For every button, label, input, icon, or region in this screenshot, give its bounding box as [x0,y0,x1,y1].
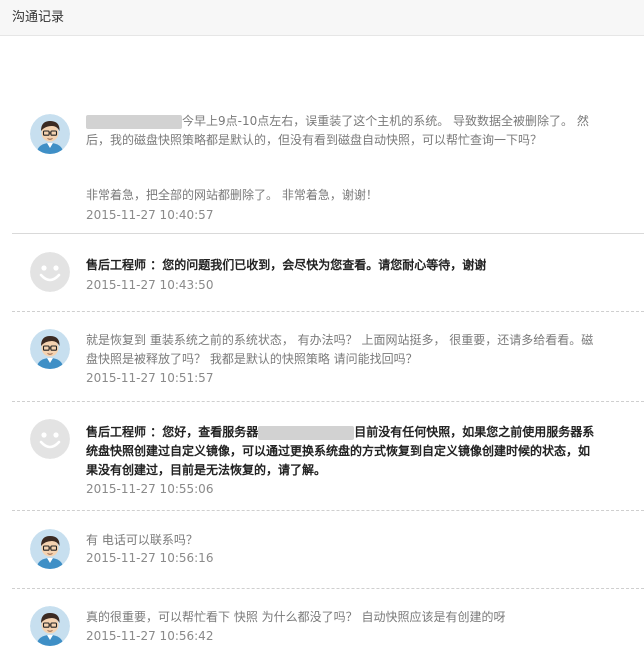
page-header: 沟通记录 [0,0,644,36]
user-avatar-icon [30,529,70,569]
user-avatar-icon [30,606,70,646]
message-divider [12,311,644,312]
message-body: 真的很重要，可以帮忙看下 快照 为什么都没了吗？ 自动快照应该是有创建的呀 20… [86,608,598,644]
message-body: 售后工程师 ：您的问题我们已收到，会尽快为您查看。请您耐心等待，谢谢 2015-… [86,256,598,293]
message-body: 售后工程师 ：您好，查看服务器 目前没有任何快照，如果您之前使用服务器系统盘快照创… [86,423,598,497]
message-text: 您的问题我们已收到，会尽快为您查看。请您耐心等待，谢谢 [162,258,487,272]
message-body: 有 电话可以联系吗？ 2015-11-27 10:56:16 [86,531,598,566]
sender-label: 售后工程师 ： [86,258,163,272]
message-timestamp: 2015-11-27 10:40:57 [86,208,214,222]
staff-avatar-icon [30,252,70,292]
message-timestamp: 2015-11-27 10:43:50 [86,278,214,292]
message-timestamp: 2015-11-27 10:56:42 [86,629,214,643]
message-text: 您好，查看服务器 [162,425,259,439]
user-avatar-icon [30,114,70,154]
page-title: 沟通记录 [12,10,65,25]
message-timestamp: 2015-11-27 10:55:06 [86,482,214,496]
redacted-block [86,114,182,129]
user-avatar-icon [30,329,70,369]
sender-label: 售后工程师 ： [86,425,163,439]
message-text: 真的很重要，可以帮忙看下 快照 为什么都没了吗？ 自动快照应该是有创建的呀 [86,610,506,624]
message-divider [12,401,644,402]
staff-avatar-icon [30,419,70,459]
message-text: 有 电话可以联系吗？ [86,533,198,547]
message-divider [12,510,644,511]
redacted-block [258,425,355,440]
message-divider [12,588,644,589]
message-text: 就是恢复到 重装系统之前的系统状态， 有办法吗？ 上面网站挺多， 很重要，还请多… [86,333,594,366]
message-body: 就是恢复到 重装系统之前的系统状态， 有办法吗？ 上面网站挺多， 很重要，还请多… [86,331,598,386]
message-timestamp: 2015-11-27 10:51:57 [86,371,214,385]
message-body: 今早上9点-10点左右，误重装了这个主机的系统。 导致数据全被删除了。 然后，我… [86,112,598,223]
message-timestamp: 2015-11-27 10:56:16 [86,551,214,565]
message-divider [12,233,644,234]
message-text: 非常着急，把全部的网站都删除了。 非常着急，谢谢！ [86,188,378,202]
